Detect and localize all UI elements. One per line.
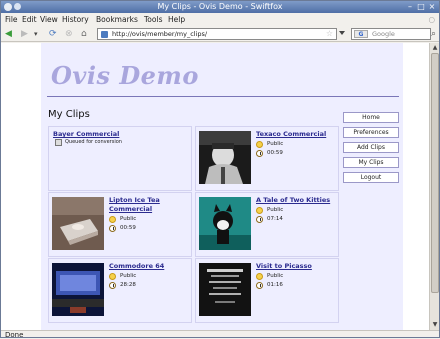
duration-label: 07:14 (256, 216, 283, 223)
bookmark-star-icon[interactable]: ☆ (326, 29, 333, 39)
url-bar[interactable]: http://ovis/member/my_clips/ ☆ (97, 28, 337, 40)
queued-text: Queued for conversion (65, 139, 122, 145)
search-input[interactable]: G Google (351, 28, 431, 40)
menu-bar: File Edit View History Bookmarks Tools H… (1, 13, 439, 26)
menu-tools[interactable]: Tools (144, 13, 162, 26)
back-icon[interactable]: ◀ (5, 29, 12, 39)
search-icon[interactable]: ⌕ (431, 29, 436, 39)
search-engine-icon[interactable]: G (354, 30, 368, 38)
forward-icon[interactable]: ▶ (21, 29, 28, 39)
clip-thumbnail[interactable] (52, 263, 104, 316)
clip-title[interactable]: Bayer Commercial (53, 130, 119, 139)
clip-card: Visit to Picasso Public 01:16 (195, 258, 339, 323)
sidebar-home-button[interactable]: Home (343, 112, 399, 123)
public-icon (256, 207, 263, 214)
clip-thumbnail[interactable] (199, 131, 251, 184)
navigation-toolbar: ◀ ▶ ▾ ⟳ ⊗ ⌂ http://ovis/member/my_clips/… (1, 26, 439, 42)
vertical-scrollbar[interactable]: ▲ ▼ (429, 43, 439, 330)
reload-icon[interactable]: ⟳ (49, 29, 57, 39)
clip-card: A Tale of Two Kitties Public 07:14 (195, 192, 339, 257)
site-icon (101, 31, 108, 38)
public-icon (256, 141, 263, 148)
public-icon (109, 273, 116, 280)
search-placeholder: Google (372, 30, 395, 38)
clip-title[interactable]: Commodore 64 (109, 262, 189, 271)
site-logo[interactable]: Ovis Demo (51, 61, 199, 90)
sidebar-preferences-button[interactable]: Preferences (343, 127, 399, 138)
close-icon[interactable]: × (427, 2, 437, 11)
sidebar-add-clips-button[interactable]: Add Clips (343, 142, 399, 153)
maximize-icon[interactable]: □ (416, 2, 426, 11)
clip-card: Texaco Commercial Public 00:59 (195, 126, 339, 191)
public-icon (256, 273, 263, 280)
visibility-label: Public (256, 207, 283, 214)
clip-thumbnail[interactable] (52, 197, 104, 250)
clock-icon (109, 282, 116, 289)
public-icon (109, 216, 116, 223)
home-icon[interactable]: ⌂ (81, 29, 87, 39)
clip-title[interactable]: Visit to Picasso (256, 262, 336, 271)
menu-file[interactable]: File (5, 13, 18, 26)
url-text: http://ovis/member/my_clips/ (112, 30, 208, 38)
clip-title[interactable]: Texaco Commercial (256, 130, 336, 139)
web-content: Ovis Demo My Clips Home Preferences Add … (1, 43, 429, 330)
header-divider (47, 96, 399, 97)
duration-label: 28:28 (109, 282, 136, 289)
clip-title[interactable]: A Tale of Two Kitties (256, 196, 336, 205)
queued-icon (55, 139, 62, 146)
browser-window: My Clips - Ovis Demo - Swiftfox – □ × Fi… (0, 0, 440, 339)
status-bar: Done (1, 330, 439, 339)
menu-history[interactable]: History (62, 13, 89, 26)
scroll-down-icon[interactable]: ▼ (431, 321, 439, 329)
duration-label: 00:59 (109, 225, 136, 232)
title-bar: My Clips - Ovis Demo - Swiftfox – □ × (1, 1, 439, 13)
stop-icon[interactable]: ⊗ (65, 29, 73, 39)
url-dropdown-icon[interactable] (339, 31, 345, 35)
scroll-up-icon[interactable]: ▲ (431, 44, 439, 52)
window-menu-icon[interactable] (14, 3, 21, 10)
clip-card: Lipton Ice Tea Commercial Public 00:59 (48, 192, 192, 257)
clock-icon (256, 216, 263, 223)
sidebar-logout-button[interactable]: Logout (343, 172, 399, 183)
duration-label: 00:59 (256, 150, 283, 157)
page-title: My Clips (48, 109, 90, 120)
clip-title[interactable]: Lipton Ice Tea Commercial (109, 196, 189, 214)
clip-card: Commodore 64 Public 28:28 (48, 258, 192, 323)
menu-help[interactable]: Help (168, 13, 185, 26)
site-page: Ovis Demo My Clips Home Preferences Add … (41, 43, 403, 330)
visibility-label: Public (256, 273, 283, 280)
throbber-icon: ○ (428, 15, 435, 24)
sidebar-my-clips-button[interactable]: My Clips (343, 157, 399, 168)
clock-icon (256, 282, 263, 289)
clip-thumbnail[interactable] (199, 263, 251, 316)
menu-edit[interactable]: Edit (22, 13, 37, 26)
window-title: My Clips - Ovis Demo - Swiftfox (157, 2, 283, 11)
scroll-thumb[interactable] (431, 53, 439, 293)
duration-label: 01:16 (256, 282, 283, 289)
menu-bookmarks[interactable]: Bookmarks (96, 13, 138, 26)
visibility-label: Public (109, 273, 136, 280)
clock-icon (256, 150, 263, 157)
clip-card: Bayer Commercial Queued for conversion (48, 126, 192, 191)
clip-thumbnail[interactable] (199, 197, 251, 250)
menu-view[interactable]: View (40, 13, 58, 26)
queued-status: Queued for conversion (55, 139, 122, 146)
visibility-label: Public (109, 216, 136, 223)
app-icon (4, 3, 12, 11)
clock-icon (109, 225, 116, 232)
history-dropdown-icon[interactable]: ▾ (34, 29, 38, 39)
minimize-icon[interactable]: – (405, 2, 415, 11)
visibility-label: Public (256, 141, 283, 148)
